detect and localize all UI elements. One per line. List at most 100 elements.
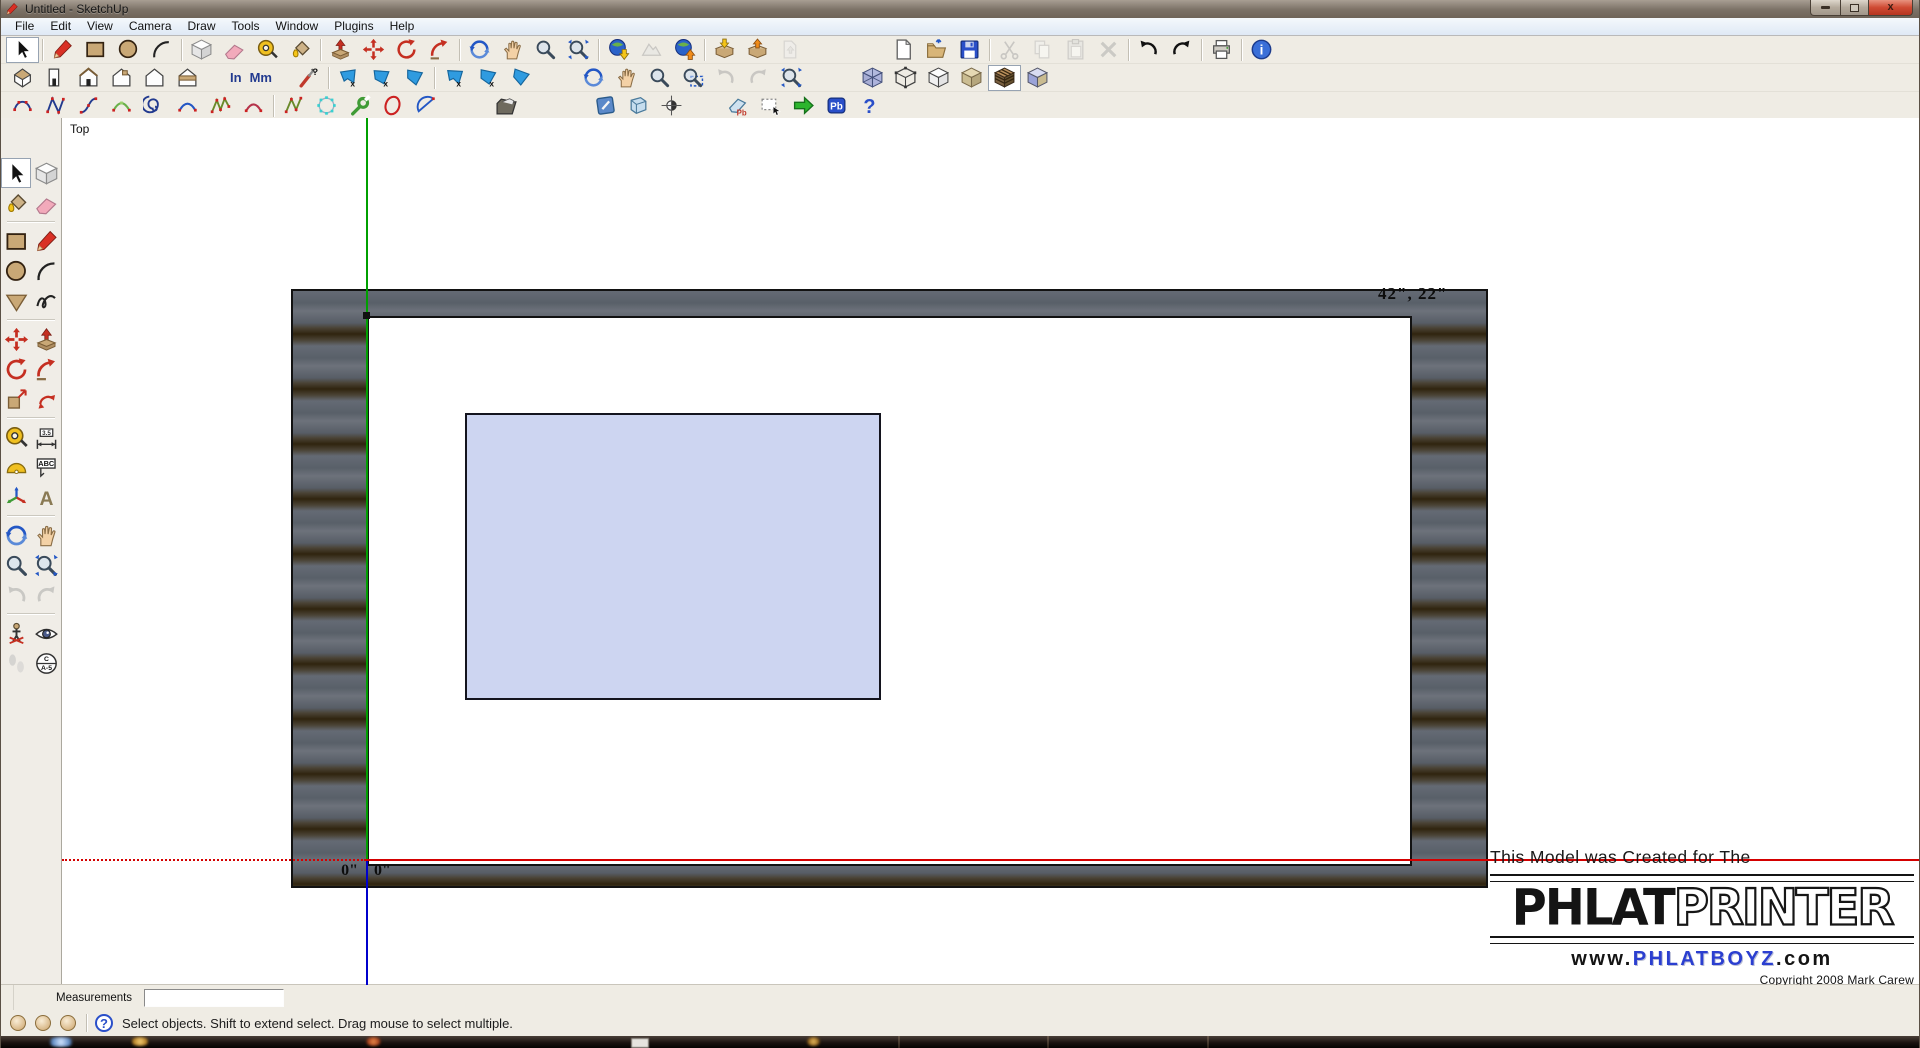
next-button[interactable] (31, 580, 61, 610)
taskbar-app-icon-orange[interactable] (366, 1037, 381, 1046)
taskbar-app-icon-white[interactable] (631, 1038, 649, 1048)
status-orb-3[interactable] (60, 1015, 76, 1031)
view-back-button[interactable] (138, 65, 171, 91)
phlat-tool-mill-button[interactable] (523, 93, 556, 119)
phlat-screwdriver-button[interactable]: ? (292, 65, 325, 91)
orbit-button[interactable] (1, 520, 31, 550)
freehand-button[interactable] (31, 286, 61, 316)
paint-bucket-button[interactable] (1, 188, 31, 218)
cut-tool-3-button[interactable] (398, 65, 431, 91)
circle-button[interactable] (112, 37, 145, 63)
eraser-button[interactable] (31, 188, 61, 218)
follow-me-button[interactable] (31, 354, 61, 384)
menu-camera[interactable]: Camera (121, 18, 180, 35)
section-plane-button[interactable]: CA-5 (31, 648, 61, 678)
windows-taskbar[interactable] (1, 1036, 1919, 1048)
sheet-corner-endpoint[interactable] (363, 312, 370, 319)
paste-button[interactable] (1059, 37, 1092, 63)
text-button[interactable]: ABC (31, 452, 61, 482)
zoom-button[interactable] (643, 65, 676, 91)
drawing-canvas[interactable]: Top 42", 22" 0" 0" This Model was Create… (62, 118, 1919, 985)
undo-button[interactable] (1132, 37, 1165, 63)
view-iso-button[interactable] (6, 65, 39, 91)
status-orb-2[interactable] (35, 1015, 51, 1031)
position-camera-button[interactable] (1, 618, 31, 648)
monochrome-button[interactable] (1021, 65, 1054, 91)
restore-button[interactable] (1841, 0, 1869, 16)
pan-button[interactable] (31, 520, 61, 550)
phlat-tool-fold-button[interactable] (622, 93, 655, 119)
line-button[interactable] (46, 37, 79, 63)
zoom-extents-button[interactable] (562, 37, 595, 63)
wireframe-button[interactable] (889, 65, 922, 91)
push-pull-button[interactable] (31, 324, 61, 354)
view-front-button[interactable] (72, 65, 105, 91)
phlat-center-point-button[interactable] (655, 93, 688, 119)
shaded-button[interactable] (955, 65, 988, 91)
xray-button[interactable] (856, 65, 889, 91)
protractor-button[interactable] (1, 452, 31, 482)
print-button[interactable] (1205, 37, 1238, 63)
toggle-terrain-button[interactable] (635, 37, 668, 63)
bezier-zigzag-button[interactable] (204, 93, 237, 119)
phlat-open-folder-button[interactable] (490, 93, 523, 119)
get-models-button[interactable] (708, 37, 741, 63)
move-button[interactable] (1, 324, 31, 354)
bezier-arc-red-button[interactable] (237, 93, 270, 119)
axes-button[interactable] (1, 482, 31, 512)
line-button[interactable] (31, 226, 61, 256)
previous-button[interactable] (709, 65, 742, 91)
menu-view[interactable]: View (79, 18, 121, 35)
scale-button[interactable] (1, 384, 31, 414)
offset-button[interactable] (31, 384, 61, 414)
phlat-tool-pencil-button[interactable] (589, 93, 622, 119)
cut-tool-4-button[interactable]: x (438, 65, 471, 91)
orbit-button[interactable] (463, 37, 496, 63)
bezier-arc-button[interactable] (6, 93, 39, 119)
phlat-help-button[interactable]: ? (853, 93, 886, 119)
rotate-button[interactable] (1, 354, 31, 384)
arc-button[interactable] (31, 256, 61, 286)
move-button[interactable] (357, 37, 390, 63)
next-button[interactable] (742, 65, 775, 91)
menu-draw[interactable]: Draw (180, 18, 224, 35)
status-orb-1[interactable] (10, 1015, 26, 1031)
make-component-button[interactable] (185, 37, 218, 63)
phlat-pb-eraser-button[interactable]: Pb (721, 93, 754, 119)
phlat-tool-drill-button[interactable] (556, 93, 589, 119)
start-orb-icon[interactable] (47, 1037, 75, 1047)
menu-tools[interactable]: Tools (224, 18, 268, 35)
new-button[interactable] (887, 37, 920, 63)
zoom-extents-button[interactable] (31, 550, 61, 580)
look-around-button[interactable] (31, 618, 61, 648)
model-info-button[interactable]: i (1245, 37, 1278, 63)
cut-tool-1-button[interactable]: x (332, 65, 365, 91)
select-button[interactable] (1, 158, 31, 188)
bezier-polyline-button[interactable] (39, 93, 72, 119)
phlat-select-region-button[interactable] (754, 93, 787, 119)
selected-rectangle-face[interactable] (465, 413, 881, 700)
edit-curve-wrench-button[interactable] (343, 93, 376, 119)
taskbar-app-icon-gold[interactable] (131, 1037, 149, 1046)
dimension-button[interactable]: 3.5 (31, 422, 61, 452)
titlebar[interactable]: Untitled - SketchUp x (1, 0, 1919, 18)
measurements-input[interactable] (144, 989, 284, 1007)
status-help-icon[interactable]: ? (95, 1014, 113, 1032)
share-model-button[interactable] (741, 37, 774, 63)
text-3d-button[interactable]: A (31, 482, 61, 512)
minimize-button[interactable] (1810, 0, 1841, 16)
menu-file[interactable]: File (7, 18, 42, 35)
close-button[interactable]: x (1869, 0, 1913, 16)
walk-button[interactable] (1, 648, 31, 678)
share-component-button[interactable] (774, 37, 807, 63)
units-inches-button[interactable]: In (226, 66, 246, 90)
polyline-tool-button[interactable] (277, 93, 310, 119)
phlat-pb-badge-button[interactable]: Pb (820, 93, 853, 119)
erase-button[interactable] (1092, 37, 1125, 63)
menu-window[interactable]: Window (268, 18, 327, 35)
copy-button[interactable] (1026, 37, 1059, 63)
rotate-button[interactable] (390, 37, 423, 63)
phlat-tool-gcode-button[interactable] (688, 93, 721, 119)
view-left-button[interactable] (171, 65, 204, 91)
menu-plugins[interactable]: Plugins (326, 18, 381, 35)
